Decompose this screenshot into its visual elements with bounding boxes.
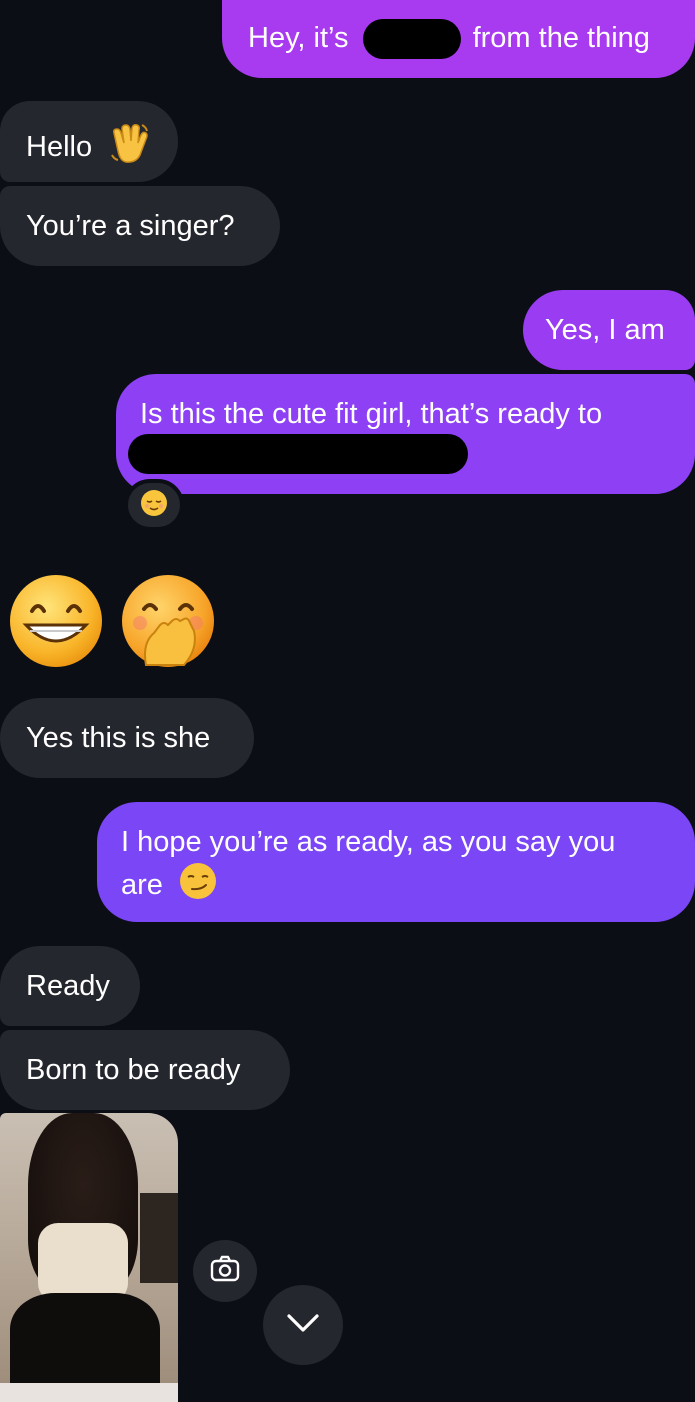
message-text: Ready	[26, 970, 110, 1002]
grinning-face-smiling-eyes-icon[interactable]	[8, 573, 104, 674]
relieved-face-icon	[140, 489, 168, 522]
message-bubble-incoming[interactable]: Born to be ready	[0, 1030, 290, 1110]
message-bubble-incoming[interactable]: Ready	[0, 946, 140, 1026]
face-hand-over-mouth-icon[interactable]	[120, 573, 216, 674]
waving-hand-icon	[108, 121, 152, 176]
photo-message[interactable]	[0, 1113, 178, 1402]
camera-button[interactable]	[193, 1240, 257, 1302]
scroll-to-bottom-button[interactable]	[263, 1285, 343, 1365]
smirking-face-icon	[179, 862, 217, 911]
message-bubble-incoming[interactable]: Hello	[0, 101, 178, 182]
chevron-down-icon	[285, 1312, 321, 1339]
message-bubble-incoming[interactable]: Yes this is she	[0, 698, 254, 778]
message-text: Yes, I am	[545, 314, 665, 346]
message-text: Yes this is she	[26, 722, 211, 754]
message-text: from the thing	[472, 22, 650, 54]
message-text: Born to be ready	[26, 1054, 241, 1086]
photo-wall	[140, 1193, 178, 1283]
message-text: You’re a singer?	[26, 210, 235, 242]
redaction-mark	[128, 434, 468, 475]
message-text: are	[121, 869, 163, 902]
message-bubble-outgoing[interactable]: Yes, I am	[523, 290, 695, 370]
camera-icon	[209, 1254, 241, 1289]
message-bubble-outgoing[interactable]: I hope you’re as ready, as you say you a…	[97, 802, 695, 922]
message-text: I hope you’re as ready, as you say you	[121, 826, 616, 858]
redaction-mark	[362, 19, 461, 60]
message-bubble-outgoing[interactable]: Is this the cute fit girl, that’s ready …	[116, 374, 695, 494]
photo-floor	[0, 1383, 178, 1402]
message-text: Is this the cute fit girl, that’s ready …	[140, 398, 603, 430]
reaction-badge[interactable]	[124, 479, 184, 531]
photo-top	[38, 1223, 128, 1303]
message-bubble-outgoing[interactable]: Hey, it’s from the thing	[222, 0, 695, 78]
message-bubble-incoming[interactable]: You’re a singer?	[0, 186, 280, 266]
message-text: Hey, it’s	[248, 22, 349, 54]
message-text: Hello	[26, 131, 93, 164]
